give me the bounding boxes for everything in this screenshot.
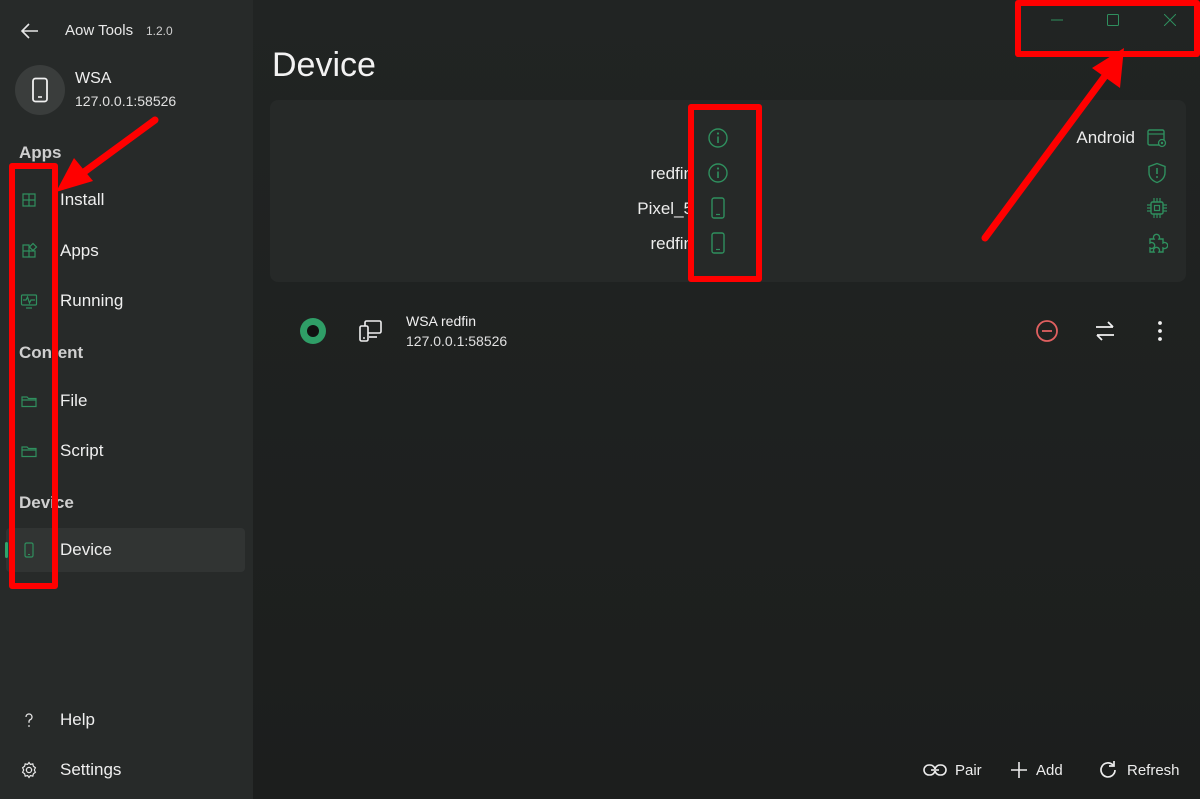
nav-label-help: Help — [60, 710, 95, 729]
nav-label-file: File — [60, 391, 88, 410]
chip-icon — [1146, 197, 1168, 219]
refresh-icon — [1097, 759, 1119, 781]
switch-button[interactable] — [1093, 319, 1117, 343]
nav-label-apps: Apps — [60, 241, 99, 260]
info-value-3: Pixel_5 — [637, 199, 693, 218]
info-value-2: redfin — [650, 164, 693, 183]
remove-circle-icon — [1036, 320, 1058, 342]
info-value-android: Android — [1076, 128, 1135, 147]
settings-window-icon — [1146, 127, 1168, 149]
link-icon — [923, 762, 947, 778]
shield-warning-icon — [1146, 162, 1168, 184]
back-arrow-icon[interactable] — [18, 20, 42, 42]
refresh-button[interactable]: Refresh — [1097, 757, 1180, 783]
device-name: WSA — [75, 70, 112, 87]
device-row-title: WSA redfin — [406, 313, 477, 329]
info-value-4: redfin — [650, 234, 693, 253]
puzzle-icon — [1146, 232, 1168, 254]
more-options-button[interactable] — [1150, 319, 1170, 343]
nav-label-running: Running — [60, 291, 124, 310]
refresh-label: Refresh — [1127, 761, 1180, 779]
question-icon — [20, 711, 38, 729]
nav-label-device: Device — [60, 540, 112, 559]
annotation-highlight-box — [688, 104, 762, 282]
more-vertical-icon — [1158, 321, 1162, 341]
phone-icon — [31, 77, 49, 103]
page-title: Device — [272, 46, 376, 84]
nav-label-install: Install — [60, 190, 105, 209]
app-title: Aow Tools — [65, 22, 134, 39]
device-address: 127.0.0.1:58526 — [75, 93, 177, 109]
device-avatar — [15, 65, 65, 115]
device-select-radio[interactable] — [300, 318, 326, 344]
device-row-address: 127.0.0.1:58526 — [406, 333, 508, 349]
nav-label-script: Script — [60, 441, 104, 460]
nav-label-settings: Settings — [60, 760, 122, 779]
section-apps: Apps — [19, 143, 62, 162]
annotation-highlight-box — [1015, 0, 1200, 57]
device-link-icon — [358, 318, 384, 344]
nav-item-settings[interactable]: Settings — [6, 748, 245, 792]
add-button[interactable]: Add — [1010, 757, 1063, 783]
pair-button[interactable]: Pair — [923, 757, 982, 783]
selection-indicator — [5, 542, 8, 558]
device-list-item[interactable]: WSA redfin 127.0.0.1:58526 — [270, 302, 1186, 362]
swap-arrows-icon — [1096, 321, 1114, 341]
annotation-highlight-box — [9, 163, 58, 589]
app-version: 1.2.0 — [146, 24, 173, 38]
add-label: Add — [1036, 761, 1063, 779]
plus-icon — [1010, 761, 1028, 779]
nav-item-help[interactable]: Help — [6, 698, 245, 742]
pair-label: Pair — [955, 761, 982, 779]
gear-icon — [20, 761, 38, 779]
disconnect-button[interactable] — [1035, 319, 1059, 343]
